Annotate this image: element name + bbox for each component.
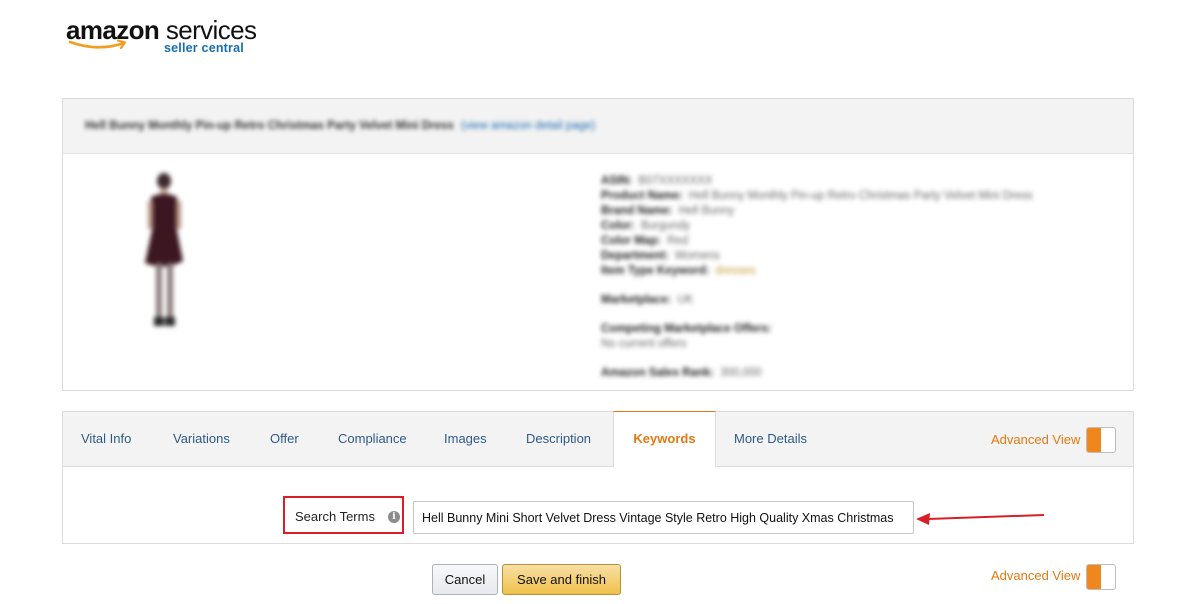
advanced-view-toggle-bottom[interactable]: [1086, 564, 1116, 590]
detail-row: Department: Womens: [601, 250, 720, 262]
product-image: [145, 173, 183, 326]
view-detail-page-link[interactable]: (view amazon detail page): [461, 120, 595, 132]
amazon-smile-icon: [68, 39, 127, 50]
tab-offer[interactable]: Offer: [270, 412, 299, 467]
tab-description[interactable]: Description: [526, 412, 591, 467]
search-terms-label: Search Terms: [295, 509, 375, 524]
search-terms-label-highlight: Search Terms i: [283, 496, 404, 534]
product-title: Hell Bunny Monthly Pin-up Retro Christma…: [85, 120, 595, 132]
red-arrow-annotation: [916, 513, 1045, 525]
product-title-text: Hell Bunny Monthly Pin-up Retro Christma…: [85, 120, 454, 132]
detail-row: ASIN: B07XXXXXXX: [601, 175, 713, 187]
competing-offers-label: Competing Marketplace Offers:: [601, 323, 772, 335]
info-icon[interactable]: i: [388, 511, 400, 523]
competing-offers-value: No current offers: [601, 338, 687, 350]
cancel-button[interactable]: Cancel: [432, 564, 498, 595]
tab-more-details[interactable]: More Details: [734, 412, 807, 467]
detail-row: Product Name: Hell Bunny Monthly Pin-up R…: [601, 190, 1033, 202]
detail-row: Brand Name: Hell Bunny: [601, 205, 735, 217]
sales-rank-row: Amazon Sales Rank: 300,000: [601, 367, 762, 379]
tab-bar: Vital Info Variations Offer Compliance I…: [63, 411, 1133, 467]
amazon-services-logo[interactable]: amazon services seller central: [66, 14, 266, 58]
tab-vital-info[interactable]: Vital Info: [81, 412, 131, 467]
detail-row: Item Type Keyword: dresses: [601, 265, 756, 277]
detail-row: Color Map: Red: [601, 235, 689, 247]
tab-keywords[interactable]: Keywords: [613, 411, 716, 467]
marketplace-row: Marketplace: UK: [601, 294, 694, 306]
advanced-view-toggle[interactable]: [1086, 427, 1116, 453]
save-and-finish-button[interactable]: Save and finish: [502, 564, 621, 595]
search-terms-input[interactable]: [413, 501, 914, 534]
product-header: Hell Bunny Monthly Pin-up Retro Christma…: [63, 99, 1133, 154]
advanced-view-label[interactable]: Advanced View: [991, 432, 1080, 447]
tab-variations[interactable]: Variations: [173, 412, 230, 467]
detail-row: Color: Burgundy: [601, 220, 691, 232]
product-summary-panel: Hell Bunny Monthly Pin-up Retro Christma…: [62, 98, 1134, 391]
logo-subtitle: seller central: [164, 41, 244, 55]
tab-compliance[interactable]: Compliance: [338, 412, 407, 467]
tab-images[interactable]: Images: [444, 412, 487, 467]
product-details: ASIN: B07XXXXXXX Product Name: Hell Bunny …: [601, 174, 1033, 381]
advanced-view-label-bottom[interactable]: Advanced View: [991, 568, 1080, 583]
